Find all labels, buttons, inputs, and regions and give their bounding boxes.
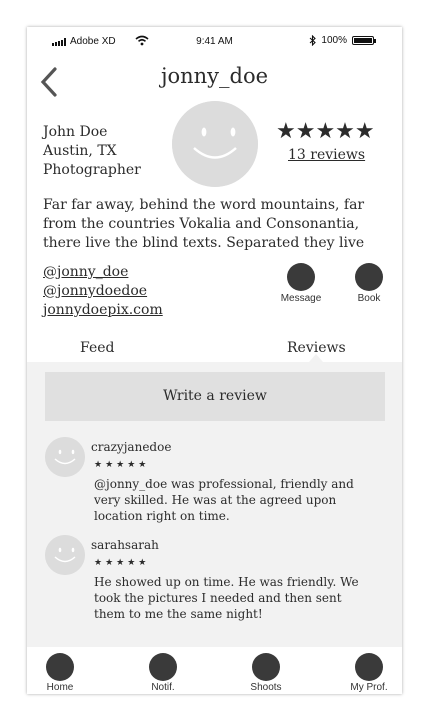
nav-notifications[interactable]: Notif.: [146, 653, 180, 693]
review-text: @jonny_doe was professional, friendly an…: [94, 476, 384, 524]
reviews-count-link[interactable]: 13 reviews: [288, 147, 365, 163]
profile-info: John Doe Austin, TX Photographer: [43, 123, 141, 180]
profile-links: @jonny_doe @jonnydoedoe jonnydoepix.com: [43, 263, 163, 320]
home-icon: [46, 653, 74, 681]
review-text-line: took the pictures I needed and then sent: [94, 591, 342, 605]
write-review-button[interactable]: Write a review: [45, 372, 385, 421]
nav-home[interactable]: Home: [43, 653, 77, 693]
bio-line: Far far away, behind the word mountains,…: [43, 197, 365, 213]
nav-my-profile[interactable]: My Prof.: [345, 653, 393, 693]
review-item: crazyjanedoe ★★★★★ @jonny_doe was profes…: [45, 437, 385, 527]
review-stars: ★★★★★: [94, 460, 150, 470]
reviewer-name: sarahsarah: [91, 538, 159, 552]
nav-shoots[interactable]: Shoots: [247, 653, 285, 693]
review-text-line: He showed up on time. He was friendly. W…: [94, 575, 359, 589]
reviewer-name: crazyjanedoe: [91, 440, 172, 454]
page-title: jonny_doe: [160, 64, 269, 88]
status-bar: Adobe XD 9:41 AM 100%: [27, 27, 402, 55]
message-icon: [287, 263, 315, 291]
nav-notif-label: Notif.: [151, 682, 175, 693]
bluetooth-icon: [310, 35, 317, 46]
nav-shoots-label: Shoots: [250, 682, 282, 693]
social-link[interactable]: @jonny_doe: [43, 263, 163, 282]
phone-screen: Adobe XD 9:41 AM 100% jonny_doe John Doe…: [27, 27, 402, 694]
profile-name: John Doe: [43, 124, 108, 140]
profile-rating-stars: ★★★★★: [276, 119, 375, 144]
review-item: sarahsarah ★★★★★ He showed up on time. H…: [45, 535, 385, 625]
review-text-line: location right on time.: [94, 509, 230, 523]
profile-bio: Far far away, behind the word mountains,…: [43, 196, 388, 253]
website-link[interactable]: jonnydoepix.com: [43, 301, 163, 320]
review-text-line: @jonny_doe was professional, friendly an…: [94, 477, 354, 491]
battery-icon: [352, 36, 376, 45]
review-text-line: them to me the same night!: [94, 607, 263, 621]
book-button[interactable]: Book: [351, 263, 387, 304]
review-text-line: very skilled. He was at the agreed upon: [94, 493, 337, 507]
notifications-icon: [149, 653, 177, 681]
social-link[interactable]: @jonnydoedoe: [43, 282, 163, 301]
profile-avatar: [172, 101, 258, 187]
book-label: Book: [357, 293, 381, 304]
reviewer-avatar: [45, 535, 85, 575]
profile-occupation: Photographer: [43, 162, 141, 178]
message-button[interactable]: Message: [276, 263, 326, 304]
nav-home-label: Home: [46, 682, 74, 693]
status-right: 100%: [309, 35, 376, 46]
tab-feed[interactable]: Feed: [80, 340, 114, 356]
message-label: Message: [280, 293, 322, 304]
profile-icon: [355, 653, 383, 681]
review-stars: ★★★★★: [94, 558, 150, 568]
shoots-icon: [252, 653, 280, 681]
bio-line: there live the blind texts. Separated th…: [43, 235, 365, 251]
nav-my-prof-label: My Prof.: [350, 682, 388, 693]
bio-line: from the countries Vokalia and Consonant…: [43, 216, 360, 232]
profile-tabs: Feed Reviews: [27, 340, 402, 362]
book-icon: [355, 263, 383, 291]
battery-percent: 100%: [321, 35, 347, 46]
bottom-nav: Home Notif. Shoots My Prof.: [27, 647, 402, 694]
active-tab-indicator: [309, 354, 323, 362]
reviews-panel: Write a review crazyjanedoe ★★★★★ @jonny…: [27, 362, 402, 647]
profile-location: Austin, TX: [43, 143, 117, 159]
review-text: He showed up on time. He was friendly. W…: [94, 574, 384, 622]
reviewer-avatar: [45, 437, 85, 477]
